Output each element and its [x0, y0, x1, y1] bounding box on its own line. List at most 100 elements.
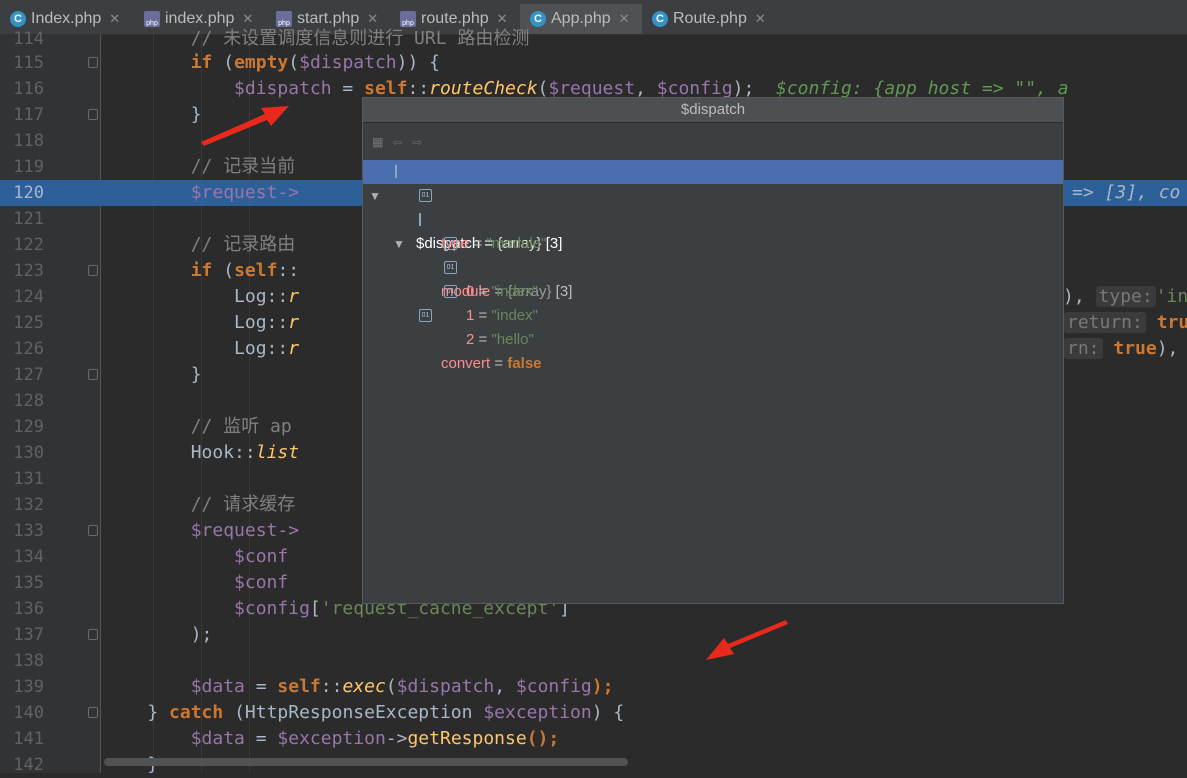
line-code: $conf — [104, 544, 288, 570]
line-number: 140 — [13, 703, 44, 723]
code-line[interactable]: 137 ); — [0, 622, 1187, 648]
fold-marker-icon[interactable] — [88, 525, 98, 536]
line-code: $conf — [104, 570, 288, 596]
tree-node-module-2[interactable]: 01 2 = "hello" — [363, 280, 1063, 348]
fold-marker-icon[interactable] — [88, 57, 98, 68]
node-eq: = — [474, 331, 492, 348]
forward-arrow-icon[interactable]: ⇨ — [412, 132, 422, 151]
line-number: 129 — [13, 417, 44, 437]
line-code: Log::r — [104, 310, 299, 336]
line-code: $data = $exception->getResponse(); — [104, 726, 560, 752]
variable: $exception — [483, 702, 592, 723]
parameter-hint: return: — [1064, 312, 1146, 333]
line-code: Log::r — [104, 336, 299, 362]
line-number: 137 — [13, 625, 44, 645]
punct: ); — [190, 624, 213, 645]
comment: // 记录当前 — [190, 156, 296, 177]
php-file-icon: php — [144, 11, 160, 27]
punct: } — [190, 364, 202, 385]
line-number: 123 — [13, 261, 44, 281]
keyword: self — [277, 676, 321, 697]
line-number: 130 — [13, 443, 44, 463]
tree-node-module[interactable]: ▼ module = {array} [3] — [363, 208, 1063, 300]
code-line[interactable]: 115 if (empty($dispatch)) { — [0, 50, 1187, 76]
node-value: false — [507, 355, 542, 372]
function-name: r — [288, 286, 300, 307]
code-line[interactable]: 141 $data = $exception->getResponse(); — [0, 726, 1187, 752]
line-code: $request-> — [104, 518, 299, 544]
variable-inspector-popup[interactable]: $dispatch ▦ ⇦ ⇨ ▼ $dispatch = {array} [3… — [362, 97, 1064, 604]
line-number: 139 — [13, 677, 44, 697]
code-line[interactable]: 138 — [0, 648, 1187, 674]
function-name: routeCheck — [429, 78, 538, 99]
variable: $dispatch — [234, 78, 332, 99]
class-ref: (HttpResponseException — [223, 702, 484, 723]
keyword: true — [1156, 312, 1187, 333]
fold-marker-icon[interactable] — [88, 707, 98, 718]
close-icon[interactable]: ✕ — [497, 11, 508, 27]
line-code: // 记录当前 — [104, 154, 296, 180]
function-name: r — [288, 312, 300, 333]
punct: ( — [537, 78, 549, 99]
punct: ( — [212, 52, 235, 73]
punct: :: — [320, 676, 343, 697]
punct: :: — [407, 78, 430, 99]
fold-marker-icon[interactable] — [88, 369, 98, 380]
line-number: 121 — [13, 209, 44, 229]
code-line[interactable]: 139 $data = self::exec($dispatch, $confi… — [0, 674, 1187, 700]
line-number: 119 — [13, 157, 44, 177]
tree-node-type[interactable]: 01 type = "module" — [363, 184, 1063, 252]
keyword: self — [364, 78, 408, 99]
folder-icon[interactable]: ▦ — [373, 132, 383, 151]
line-code: ); — [104, 622, 213, 648]
inline-debug-value: $config: {app_host => "", a — [776, 78, 1069, 99]
line-number: 128 — [13, 391, 44, 411]
fold-marker-icon[interactable] — [88, 265, 98, 276]
fold-marker-icon[interactable] — [88, 109, 98, 120]
tree-node-dispatch[interactable]: ▼ $dispatch = {array} [3] — [363, 160, 1063, 252]
code-line[interactable]: 114 // 未设置调度信息则进行 URL 路由检测 — [0, 26, 1187, 52]
tree-node-module-0[interactable]: 01 0 = "index" — [363, 232, 1063, 300]
tree-node-convert[interactable]: 01 convert = false — [363, 304, 1063, 372]
variable: $dispatch — [396, 676, 495, 697]
line-code: if (empty($dispatch)) { — [104, 50, 440, 76]
fold-marker-icon[interactable] — [88, 629, 98, 640]
line-code: // 请求缓存 — [104, 492, 296, 518]
line-code-tail: ), type:'in — [1063, 284, 1187, 310]
variable: $request — [548, 78, 636, 99]
line-number: 131 — [13, 469, 44, 489]
close-icon[interactable]: ✕ — [619, 11, 630, 27]
variable: $request-> — [190, 520, 300, 541]
line-code-tail: rn: true), — [1064, 336, 1178, 362]
punct: ); — [732, 78, 755, 99]
code-line[interactable]: 140 } catch (HttpResponseException $exce… — [0, 700, 1187, 726]
line-number: 133 — [13, 521, 44, 541]
punct: = — [244, 676, 278, 697]
tree-node-module-1[interactable]: 01 1 = "index" — [363, 256, 1063, 324]
keyword: empty — [234, 52, 289, 73]
annotation-arrow-icon — [706, 620, 788, 660]
field-icon: 01 — [419, 309, 432, 322]
close-icon[interactable]: ✕ — [242, 11, 253, 27]
close-icon[interactable]: ✕ — [109, 11, 120, 27]
node-value: "hello" — [491, 331, 534, 348]
punct: ) { — [591, 702, 625, 723]
horizontal-scrollbar[interactable] — [104, 758, 628, 766]
variable: $exception — [277, 728, 386, 749]
field-icon: 01 — [444, 285, 457, 298]
class-ref: Log:: — [234, 286, 289, 307]
variable: $request-> — [190, 182, 300, 203]
line-number: 125 — [13, 313, 44, 333]
close-icon[interactable]: ✕ — [367, 11, 378, 27]
close-icon[interactable]: ✕ — [755, 11, 766, 27]
comment: // 监听 ap — [190, 416, 292, 437]
line-number: 134 — [13, 547, 44, 567]
function-name: getResponse — [407, 728, 527, 749]
back-arrow-icon[interactable]: ⇦ — [393, 132, 403, 151]
line-number: 126 — [13, 339, 44, 359]
line-number: 138 — [13, 651, 44, 671]
punct: (); — [526, 728, 560, 749]
line-number: 124 — [13, 287, 44, 307]
field-icon: 01 — [444, 237, 457, 250]
class-ref: Log:: — [234, 312, 289, 333]
